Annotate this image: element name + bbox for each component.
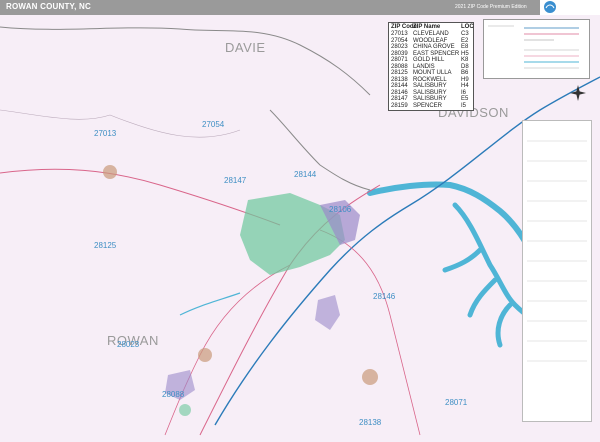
zip-code-table: ZIP Code ZIP Name LOC 27013 CLEVELAND C3 27… xyxy=(388,22,474,111)
county-boundary-north xyxy=(0,26,371,96)
zip-label: 28147 xyxy=(224,176,247,185)
legend-box xyxy=(483,19,590,79)
table-row: 28159 SPENCER I5 xyxy=(391,102,467,109)
zip-label: 28138 xyxy=(359,418,382,427)
compass-rose-icon xyxy=(570,85,586,101)
zip-label: 28071 xyxy=(445,398,468,407)
highway-east xyxy=(319,229,421,436)
county-label-davie: DAVIE xyxy=(225,40,266,55)
zip-label: 27013 xyxy=(94,129,117,138)
table-header-row: ZIP Code ZIP Name LOC xyxy=(391,24,474,30)
city-rockwell xyxy=(362,369,378,385)
city-granite-quarry xyxy=(315,295,340,330)
zip-label: 27054 xyxy=(202,120,225,129)
zip-label: 28106 xyxy=(329,205,352,214)
edition-label: 2021 ZIP Code Premium Edition xyxy=(455,4,527,10)
county-boundary-davidson xyxy=(269,109,371,191)
map-frame: ROWAN COUNTY, NC 2021 ZIP Code Premium E… xyxy=(0,0,600,442)
index-grid-panel xyxy=(522,120,592,422)
city-china-grove xyxy=(198,348,212,362)
map-sales-logo xyxy=(540,0,600,15)
city-kannapolis xyxy=(179,404,191,416)
zip-label: 28088 xyxy=(162,390,185,399)
zip-label: 28146 xyxy=(373,292,396,301)
zip-label: 28023 xyxy=(117,340,140,349)
river-south-yadkin xyxy=(179,292,241,316)
header-bar: ROWAN COUNTY, NC 2021 ZIP Code Premium E… xyxy=(0,0,600,15)
city-cleveland xyxy=(103,165,117,179)
page-title: ROWAN COUNTY, NC xyxy=(6,2,91,11)
river-yadkin xyxy=(367,181,533,253)
zip-label: 28125 xyxy=(94,241,117,250)
zip-label: 28144 xyxy=(294,170,317,179)
